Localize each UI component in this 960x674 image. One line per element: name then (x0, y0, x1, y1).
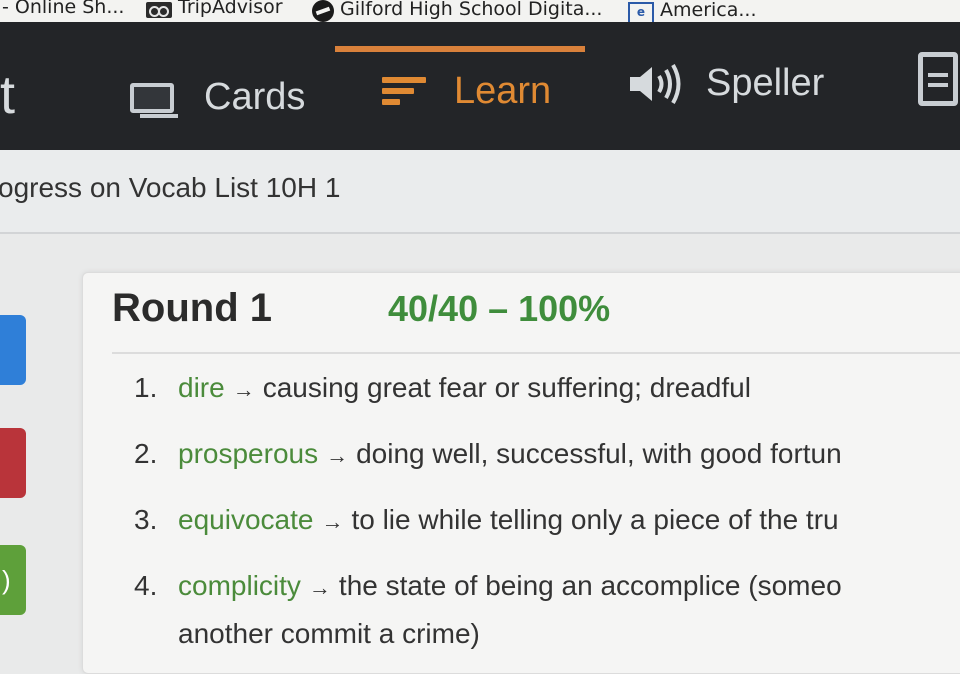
arrow-icon: → (232, 377, 255, 402)
term-number: 3. (134, 504, 158, 535)
term-row-3: 3. equivocate → to lie while telling only a… (134, 504, 839, 536)
progress-title: ogress on Vocab List 10H 1 (0, 172, 341, 203)
bookmark-tripadvisor[interactable]: TripAdvisor (146, 0, 283, 18)
term-row-4: 4. complicity → the state of being an accom… (134, 570, 842, 602)
term-definition: the state of being an accomplice (someo (338, 570, 842, 601)
top-nav: t Cards Learn Speller (0, 22, 960, 150)
term-row-1: 1. dire → causing great fear or suffering; … (134, 372, 751, 404)
bookmark-gilford[interactable]: Gilford High School Digita... (312, 0, 602, 22)
term-definition: to lie while telling only a piece of the… (351, 504, 839, 535)
speaker-icon (630, 63, 681, 104)
document-icon (918, 52, 958, 106)
nav-speller-label: Speller (706, 62, 825, 104)
term-number: 1. (134, 372, 158, 403)
nav-test[interactable] (918, 52, 958, 106)
arrow-icon: → (308, 575, 331, 600)
bookmark-label: - Online Sh... (2, 0, 125, 18)
term-word[interactable]: complicity (178, 570, 301, 601)
term-definition-continuation: another commit a crime) (178, 618, 480, 649)
arrow-icon: → (321, 509, 344, 534)
nav-cards[interactable]: Cards (130, 76, 305, 119)
round-title: Round 1 (112, 286, 272, 330)
results-card (82, 272, 960, 674)
side-tab-blue[interactable] (0, 315, 26, 385)
term-definition: doing well, successful, with good fortun (356, 438, 842, 469)
bookmark-label: TripAdvisor (178, 0, 283, 18)
side-tab-green[interactable]: ) (0, 545, 26, 615)
brand-fragment[interactable]: t (0, 64, 15, 126)
bookmark-online-shop[interactable]: - Online Sh... (2, 0, 124, 18)
bookmark-label: Gilford High School Digita... (340, 0, 603, 20)
bookmark-label: America... (660, 0, 757, 21)
side-tab-red[interactable] (0, 428, 26, 498)
nav-speller[interactable]: Speller (628, 62, 824, 105)
learn-icon (382, 76, 428, 107)
term-number: 4. (134, 570, 158, 601)
term-row-2: 2. prosperous → doing well, successful, wit… (134, 438, 842, 470)
gilford-icon (312, 0, 334, 22)
bookmarks-bar: - Online Sh... TripAdvisor Gilford High … (0, 0, 960, 22)
term-number: 2. (134, 438, 158, 469)
divider (112, 352, 960, 354)
tripadvisor-icon (146, 2, 172, 18)
term-word[interactable]: equivocate (178, 504, 313, 535)
e-icon: e (628, 2, 654, 22)
bookmark-america[interactable]: e America... (628, 0, 757, 22)
term-definition: causing great fear or suffering; dreadfu… (262, 372, 751, 403)
side-tab-green-label: ) (2, 565, 11, 595)
term-word[interactable]: dire (178, 372, 225, 403)
nav-learn[interactable]: Learn (382, 70, 551, 113)
nav-learn-label: Learn (454, 70, 552, 112)
nav-cards-label: Cards (204, 76, 306, 118)
term-word[interactable]: prosperous (178, 438, 318, 469)
active-tab-indicator (335, 46, 585, 52)
round-score: 40/40 – 100% (388, 288, 611, 329)
cards-icon (130, 82, 178, 118)
arrow-icon: → (326, 443, 349, 468)
